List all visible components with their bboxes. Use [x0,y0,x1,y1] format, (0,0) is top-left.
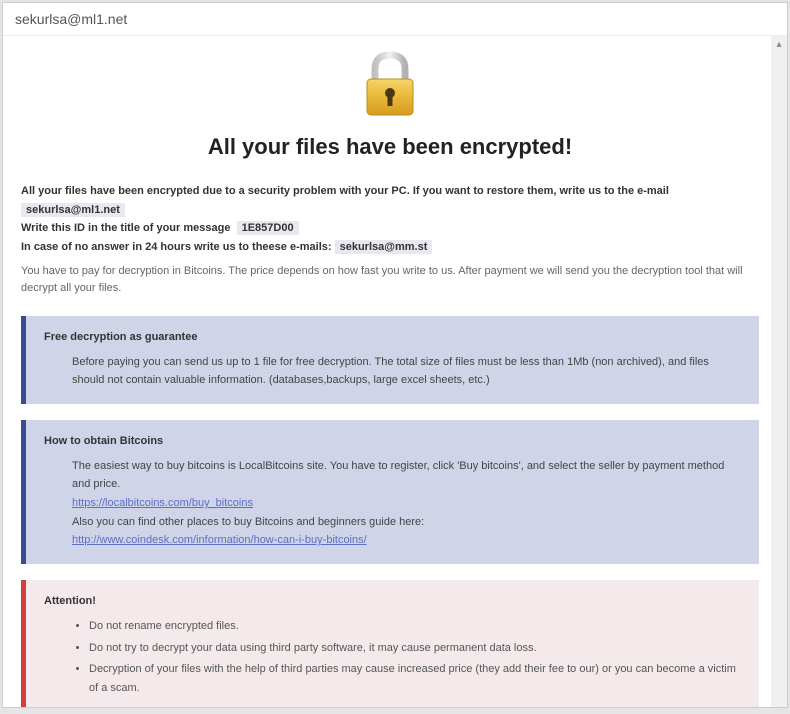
box-free-decryption: Free decryption as guarantee Before payi… [21,316,759,404]
box-attention: Attention! Do not rename encrypted files… [21,580,759,707]
payment-note: You have to pay for decryption in Bitcoi… [21,263,759,298]
box-free-title: Free decryption as guarantee [44,328,741,347]
btc-link2[interactable]: http://www.coindesk.com/information/how-… [72,534,367,546]
btc-link1[interactable]: https://localbitcoins.com/buy_bitcoins [72,497,253,509]
email-2: sekurlsa@mm.st [335,240,433,254]
btc-line1: The easiest way to buy bitcoins is Local… [72,457,741,494]
attn-item-3: Decryption of your files with the help o… [89,660,741,697]
intro-line1: All your files have been encrypted due t… [21,185,669,197]
scroll-up-icon[interactable]: ▴ [771,36,787,52]
scrollbar[interactable]: ▴ [771,36,787,707]
content-wrapper: All your files have been encrypted! All … [3,36,787,707]
window-title: sekurlsa@ml1.net [3,3,787,36]
intro-line2: Write this ID in the title of your messa… [21,222,230,234]
btc-line2: Also you can find other places to buy Bi… [72,513,741,532]
intro-block: All your files have been encrypted due t… [21,182,759,257]
email-1: sekurlsa@ml1.net [21,203,125,217]
attn-item-1: Do not rename encrypted files. [89,617,741,636]
content-area: All your files have been encrypted! All … [3,36,787,707]
id-code: 1E857D00 [237,221,299,235]
box-free-body: Before paying you can send us up to 1 fi… [44,353,741,390]
box-bitcoins: How to obtain Bitcoins The easiest way t… [21,420,759,564]
box-btc-title: How to obtain Bitcoins [44,432,741,451]
box-attn-title: Attention! [44,592,741,611]
lock-icon [21,51,759,124]
attn-item-2: Do not try to decrypt your data using th… [89,639,741,658]
main-heading: All your files have been encrypted! [21,134,759,160]
intro-line3: In case of no answer in 24 hours write u… [21,241,332,253]
window: sekurlsa@ml1.net [2,2,788,708]
